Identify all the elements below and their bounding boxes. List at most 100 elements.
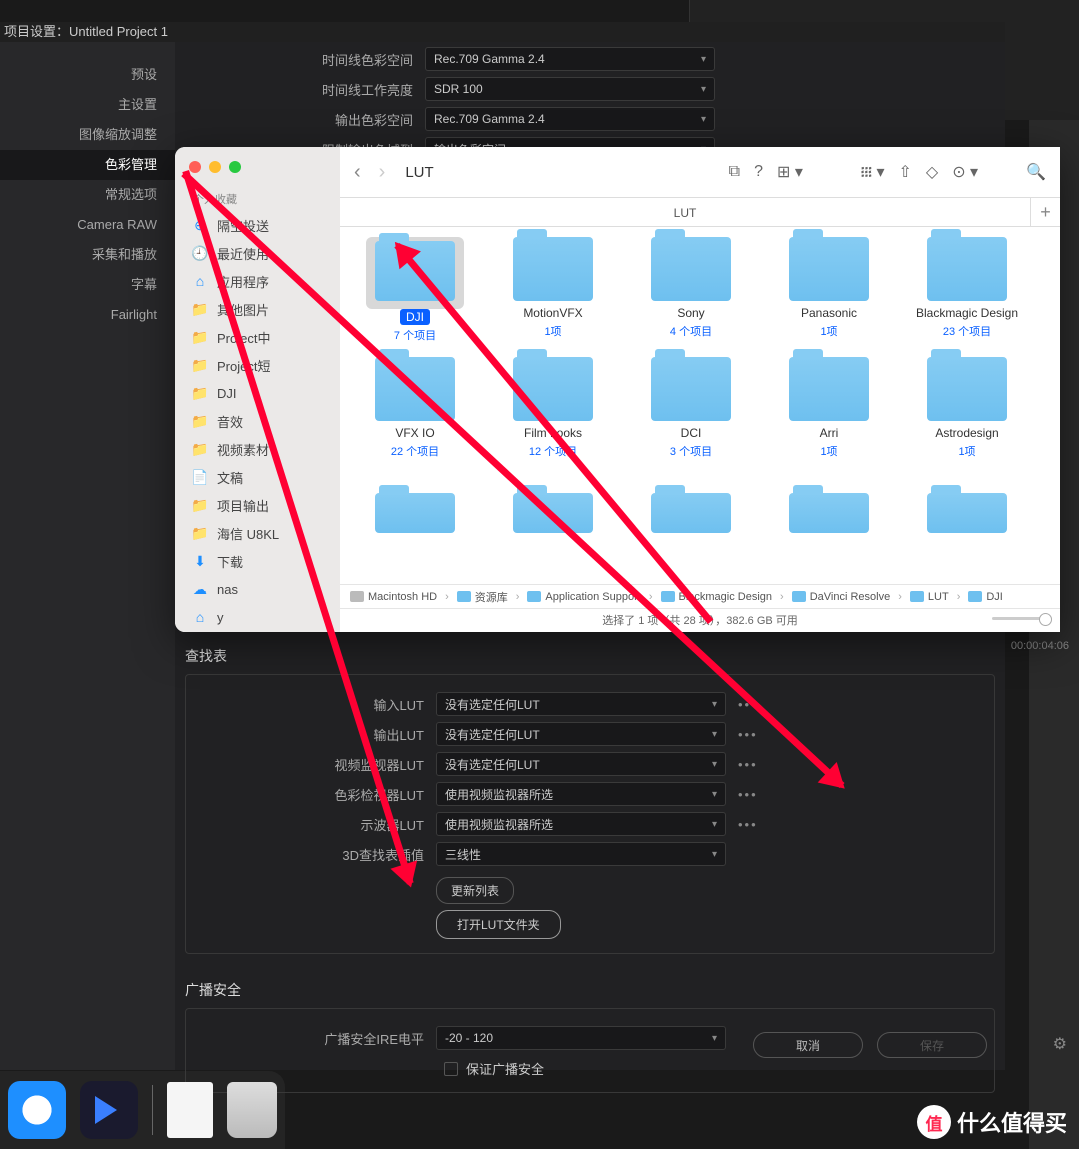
- select-输出色彩空间[interactable]: Rec.709 Gamma 2.4▾: [425, 107, 715, 131]
- folder-icon: 📁: [191, 413, 209, 430]
- sidebar-item-5[interactable]: Camera RAW: [0, 210, 175, 240]
- timecode: 00:00:04:06: [1011, 640, 1069, 652]
- sidebar-item-8[interactable]: Fairlight: [0, 300, 175, 330]
- path-segment[interactable]: Macintosh HD: [350, 591, 437, 603]
- finder-tab[interactable]: LUT: [340, 197, 1030, 226]
- select-3D查找表插值[interactable]: 三线性▾: [436, 842, 726, 866]
- gear-icon[interactable]: ⚙: [1053, 1034, 1067, 1054]
- chevron-down-icon: ▾: [712, 849, 717, 860]
- select-示波器LUT[interactable]: 使用视频监视器所选▾: [436, 812, 726, 836]
- forward-icon[interactable]: ›: [379, 161, 386, 184]
- open-lut-folder-button[interactable]: 打开LUT文件夹: [436, 910, 561, 939]
- chevron-down-icon: ▾: [712, 759, 717, 770]
- chevron-down-icon: ▾: [701, 84, 706, 95]
- folder-icon: ⬇: [191, 553, 209, 570]
- folder-item[interactable]: DCI3 个项目: [622, 357, 760, 459]
- folder-item[interactable]: Panasonic1项: [760, 237, 898, 343]
- folder-item[interactable]: Sony4 个项目: [622, 237, 760, 343]
- folder-item[interactable]: Blackmagic Design23 个项目: [898, 237, 1036, 343]
- dock-trash[interactable]: [227, 1082, 277, 1138]
- finder-sidebar-item[interactable]: ⌂y: [175, 603, 340, 631]
- folder-item[interactable]: MotionVFX1项: [484, 237, 622, 343]
- group-icon[interactable]: ᎒᎒᎒ ▾: [861, 162, 885, 183]
- new-folder-icon[interactable]: ⧉: [729, 163, 740, 181]
- path-segment[interactable]: DJI: [968, 591, 1003, 603]
- folder-icon: [350, 591, 364, 602]
- minimize-icon[interactable]: [209, 161, 221, 173]
- sidebar-item-4[interactable]: 常规选项: [0, 180, 175, 210]
- folder-item[interactable]: [622, 473, 760, 537]
- folder-icon: 📄: [191, 469, 209, 486]
- finder-sidebar-item[interactable]: 📄文稿: [175, 463, 340, 491]
- sidebar-item-3[interactable]: 色彩管理: [0, 150, 175, 180]
- close-icon[interactable]: [189, 161, 201, 173]
- select-输入LUT[interactable]: 没有选定任何LUT▾: [436, 692, 726, 716]
- folder-icon: [968, 591, 982, 602]
- folder-item[interactable]: [484, 473, 622, 537]
- broadcast-ire-select[interactable]: -20 - 120▾: [436, 1026, 726, 1050]
- path-segment[interactable]: DaVinci Resolve: [792, 591, 891, 603]
- sidebar-item-2[interactable]: 图像缩放调整: [0, 120, 175, 150]
- folder-icon: 📁: [191, 301, 209, 318]
- select-时间线色彩空间[interactable]: Rec.709 Gamma 2.4▾: [425, 47, 715, 71]
- dock-app-safari[interactable]: [8, 1081, 66, 1139]
- path-segment[interactable]: Blackmagic Design: [661, 591, 773, 603]
- dock-file[interactable]: [167, 1082, 213, 1138]
- more-dots-icon[interactable]: •••: [738, 817, 758, 832]
- settings-title-bar: 项目设置：Untitled Project 1: [0, 22, 1005, 42]
- zoom-slider[interactable]: [992, 617, 1052, 620]
- path-segment[interactable]: LUT: [910, 591, 949, 603]
- finder-sidebar-item[interactable]: 📁项目输出: [175, 491, 340, 519]
- select-时间线工作亮度[interactable]: SDR 100▾: [425, 77, 715, 101]
- back-icon[interactable]: ‹: [354, 161, 361, 184]
- folder-item[interactable]: [760, 473, 898, 537]
- settings-sidebar: 预设主设置图像缩放调整色彩管理常规选项Camera RAW采集和播放字幕Fair…: [0, 42, 175, 1070]
- dock-app-player[interactable]: [80, 1081, 138, 1139]
- finder-sidebar-item[interactable]: 📁Project中: [175, 323, 340, 351]
- new-tab-button[interactable]: +: [1030, 197, 1060, 226]
- more-dots-icon[interactable]: •••: [738, 757, 758, 772]
- sidebar-item-1[interactable]: 主设置: [0, 90, 175, 120]
- maximize-icon[interactable]: [229, 161, 241, 173]
- folder-item[interactable]: [346, 473, 484, 537]
- cancel-button[interactable]: 取消: [753, 1032, 863, 1058]
- folder-item[interactable]: Astrodesign1项: [898, 357, 1036, 459]
- select-输出LUT[interactable]: 没有选定任何LUT▾: [436, 722, 726, 746]
- folder-icon: 📁: [191, 441, 209, 458]
- finder-sidebar-item[interactable]: 📁海信 U8KL: [175, 519, 340, 547]
- path-segment[interactable]: Application Support: [527, 591, 640, 603]
- folder-grid: DJI7 个项目MotionVFX1项Sony4 个项目Panasonic1项B…: [340, 227, 1060, 584]
- share-icon[interactable]: ⇧: [898, 162, 911, 182]
- folder-icon: [661, 591, 675, 602]
- folder-icon: 📁: [191, 497, 209, 514]
- finder-title: LUT: [405, 164, 433, 181]
- folder-icon: 📁: [191, 385, 209, 402]
- select-视频监视器LUT[interactable]: 没有选定任何LUT▾: [436, 752, 726, 776]
- folder-item[interactable]: [898, 473, 1036, 537]
- view-icon[interactable]: ⊞ ▾: [777, 162, 803, 182]
- more-dots-icon[interactable]: •••: [738, 727, 758, 742]
- finder-sidebar-item[interactable]: 📁视频素材: [175, 435, 340, 463]
- broadcast-safe-label: 保证广播安全: [466, 1059, 544, 1078]
- folder-icon: [457, 591, 471, 602]
- sidebar-item-6[interactable]: 采集和播放: [0, 240, 175, 270]
- save-button[interactable]: 保存: [877, 1032, 987, 1058]
- chevron-down-icon: ▾: [712, 699, 717, 710]
- more-icon[interactable]: ⊙ ▾: [952, 162, 978, 182]
- finder-sidebar-item[interactable]: 📁Project短: [175, 351, 340, 379]
- folder-item[interactable]: VFX IO22 个项目: [346, 357, 484, 459]
- update-list-button[interactable]: 更新列表: [436, 877, 514, 904]
- folder-item[interactable]: Arri1项: [760, 357, 898, 459]
- search-icon[interactable]: 🔍: [1026, 162, 1046, 182]
- window-controls: [175, 147, 340, 173]
- path-segment[interactable]: 资源库: [457, 589, 508, 605]
- chevron-down-icon: ▾: [701, 114, 706, 125]
- more-dots-icon[interactable]: •••: [738, 787, 758, 802]
- sidebar-item-0[interactable]: 预设: [0, 60, 175, 90]
- chevron-down-icon: ▾: [701, 54, 706, 65]
- select-色彩检视器LUT[interactable]: 使用视频监视器所选▾: [436, 782, 726, 806]
- broadcast-safe-checkbox[interactable]: [444, 1062, 458, 1076]
- sidebar-item-7[interactable]: 字幕: [0, 270, 175, 300]
- tag-icon[interactable]: ◇: [926, 162, 938, 182]
- help-icon[interactable]: ?: [754, 163, 763, 181]
